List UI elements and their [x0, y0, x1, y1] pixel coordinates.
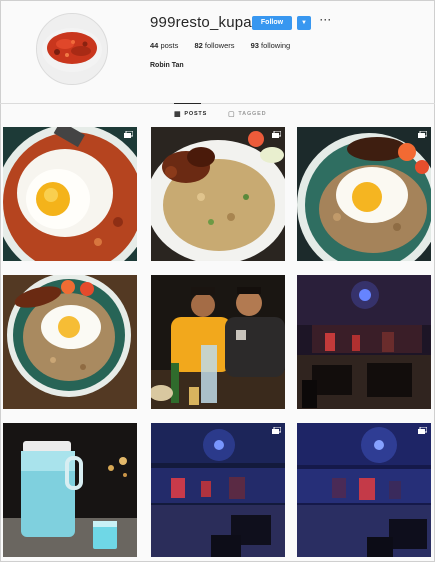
post-image [297, 423, 431, 557]
followers-label: followers [204, 41, 235, 50]
profile-full-name: Robin Tan [150, 62, 184, 69]
followers-count: 82 [194, 41, 203, 50]
post-image [151, 423, 285, 557]
grid-icon: ▦ [174, 111, 182, 118]
post-tile[interactable] [3, 127, 137, 261]
post-tile[interactable] [151, 275, 285, 409]
carousel-icon [418, 427, 427, 434]
carousel-icon [124, 131, 133, 138]
posts-count: 44 [150, 41, 159, 50]
post-image [297, 275, 431, 409]
post-tile[interactable] [151, 127, 285, 261]
post-tile[interactable] [297, 275, 431, 409]
post-image [297, 127, 431, 261]
posts-stat: 44 posts [150, 41, 178, 50]
post-image [151, 127, 285, 261]
header-divider [0, 103, 435, 104]
more-options-icon[interactable]: ··· [320, 15, 332, 25]
following-count: 93 [250, 41, 259, 50]
tab-tagged[interactable]: ▢ TAGGED [228, 110, 266, 118]
post-image [3, 275, 137, 409]
post-image [3, 423, 137, 557]
suggested-accounts-dropdown-button[interactable]: ▼ [297, 16, 311, 30]
tag-icon: ▢ [228, 111, 236, 118]
tab-posts-label: POSTS [184, 111, 208, 117]
active-tab-indicator [174, 103, 201, 104]
posts-label: posts [160, 41, 179, 50]
follow-button[interactable]: Follow [252, 16, 292, 30]
tab-posts[interactable]: ▦ POSTS [174, 110, 207, 118]
post-tile[interactable] [297, 423, 431, 557]
post-tile[interactable] [297, 127, 431, 261]
carousel-icon [272, 427, 281, 434]
carousel-icon [272, 131, 281, 138]
tab-tagged-label: TAGGED [238, 111, 267, 117]
following-stat[interactable]: 93 following [251, 41, 291, 50]
profile-header: 999resto_kupang Follow ▼ ··· 44 posts 82… [0, 0, 435, 104]
post-tile[interactable] [3, 275, 137, 409]
following-label: following [261, 41, 291, 50]
carousel-icon [418, 131, 427, 138]
post-tile[interactable] [151, 423, 285, 557]
profile-stats: 44 posts 82 followers 93 following [150, 41, 304, 50]
post-image [3, 127, 137, 261]
profile-avatar[interactable] [36, 13, 108, 85]
post-tile[interactable] [3, 423, 137, 557]
post-image [151, 275, 285, 409]
followers-stat[interactable]: 82 followers [194, 41, 234, 50]
